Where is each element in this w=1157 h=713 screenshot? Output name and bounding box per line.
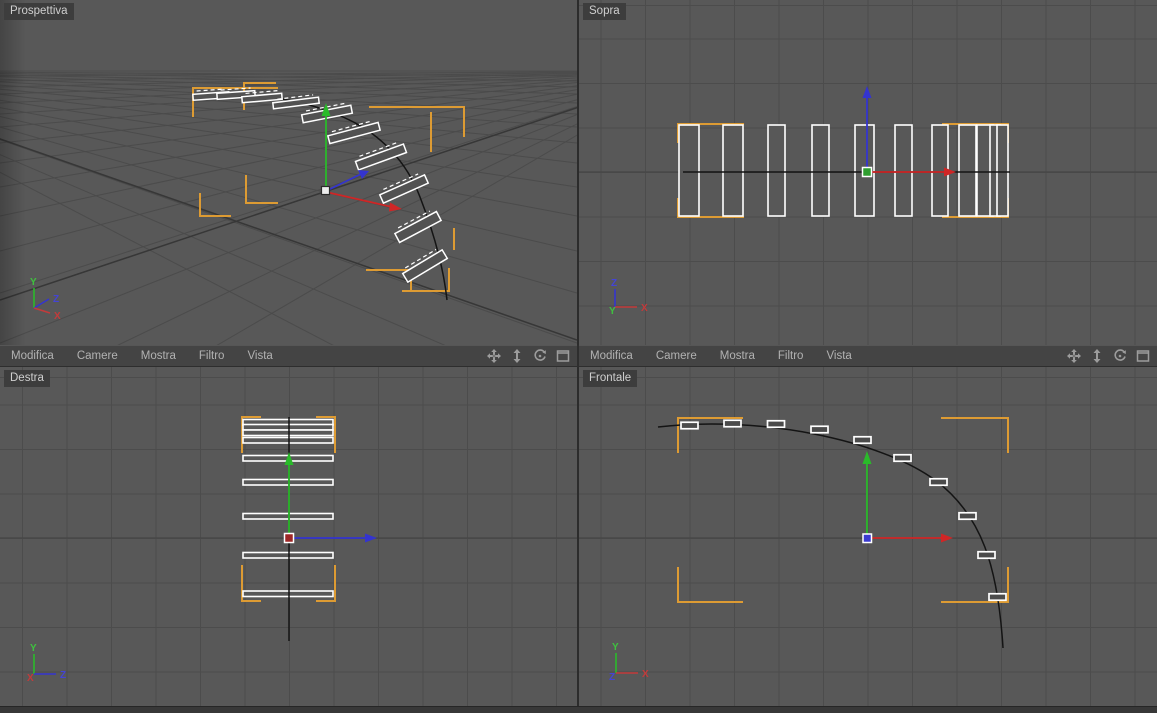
right-viewport-canvas[interactable]: Y Z X <box>0 367 577 706</box>
axis-orientation-indicator: Z X Y <box>609 278 648 317</box>
menu-camere[interactable]: Camere <box>77 350 118 362</box>
x-axis-arrowhead[interactable] <box>944 167 956 177</box>
axis-orientation-indicator: Y Z X <box>27 643 66 684</box>
menu-camere[interactable]: Camere <box>656 350 697 362</box>
gizmo-origin-square[interactable] <box>862 533 873 544</box>
menu-filtro[interactable]: Filtro <box>778 350 804 362</box>
rotate-icon[interactable] <box>1113 349 1127 363</box>
zoom-icon[interactable] <box>510 349 524 363</box>
viewport-label-right: Destra <box>4 370 50 387</box>
menubar-right: Modifica Camere Mostra Filtro Vista <box>579 345 1157 367</box>
gizmo-origin-square[interactable] <box>283 532 295 544</box>
svg-text:Z: Z <box>611 278 617 289</box>
menu-modifica[interactable]: Modifica <box>11 350 54 362</box>
svg-text:X: X <box>54 311 61 322</box>
svg-text:Y: Y <box>612 642 619 653</box>
viewport-divider[interactable] <box>577 367 579 706</box>
menubar-left: Modifica Camere Mostra Filtro Vista <box>0 345 577 367</box>
viewport-divider <box>577 345 579 367</box>
svg-text:X: X <box>27 673 34 684</box>
y-axis-arrowhead[interactable] <box>862 451 872 464</box>
application-window: Y Z X Prospettiva Z X Y Sopra Modifica C… <box>0 0 1157 713</box>
viewport-right: Y Z X Destra <box>0 367 577 706</box>
svg-text:X: X <box>641 303 648 314</box>
viewport-front: Y X Z Frontale <box>579 367 1157 706</box>
svg-text:Z: Z <box>609 672 615 683</box>
svg-text:Y: Y <box>30 643 37 654</box>
axis-orientation-indicator: Y X Z <box>609 642 649 683</box>
perspective-grid <box>0 70 577 345</box>
stair-steps-top-view <box>678 124 1009 217</box>
axis-gizmo[interactable] <box>862 451 954 544</box>
z-axis-handle[interactable] <box>325 173 362 192</box>
menu-vista[interactable]: Vista <box>247 350 272 362</box>
rotate-icon[interactable] <box>533 349 547 363</box>
viewport-perspective: Y Z X Prospettiva <box>0 0 577 345</box>
viewport-label-front: Frontale <box>583 370 638 387</box>
menu-modifica[interactable]: Modifica <box>590 350 633 362</box>
maximize-icon[interactable] <box>1136 349 1150 363</box>
z-axis-arrowhead[interactable] <box>862 86 872 98</box>
z-axis-arrowhead[interactable] <box>365 533 377 543</box>
svg-text:Y: Y <box>609 306 616 317</box>
maximize-icon[interactable] <box>556 349 570 363</box>
top-viewport-canvas[interactable]: Z X Y <box>579 0 1157 345</box>
viewport-top: Z X Y Sopra <box>579 0 1157 345</box>
front-viewport-canvas[interactable]: Y X Z <box>579 367 1157 706</box>
x-axis-arrowhead[interactable] <box>941 533 953 543</box>
stair-spline-curve <box>657 423 1004 649</box>
viewport-label-perspective: Prospettiva <box>4 3 74 20</box>
menu-mostra[interactable]: Mostra <box>720 350 755 362</box>
menu-vista[interactable]: Vista <box>826 350 851 362</box>
axis-orientation-indicator: Y Z X <box>30 277 61 322</box>
stair-steps-front-view <box>680 419 1007 602</box>
viewport-divider[interactable] <box>577 0 579 345</box>
stair-steps-side-view <box>242 418 334 598</box>
menu-mostra[interactable]: Mostra <box>141 350 176 362</box>
svg-text:Z: Z <box>53 294 59 305</box>
perspective-viewport-canvas[interactable]: Y Z X <box>0 0 577 345</box>
axis-gizmo[interactable] <box>283 452 378 544</box>
svg-text:X: X <box>642 669 649 680</box>
svg-text:Z: Z <box>60 670 66 681</box>
svg-text:Y: Y <box>30 277 37 288</box>
pan-icon[interactable] <box>487 349 501 363</box>
gizmo-origin-cube[interactable] <box>320 185 331 196</box>
menu-filtro[interactable]: Filtro <box>199 350 225 362</box>
gizmo-origin-square[interactable] <box>861 166 873 178</box>
pan-icon[interactable] <box>1067 349 1081 363</box>
zoom-icon[interactable] <box>1090 349 1104 363</box>
window-bottom-strip <box>0 706 1157 713</box>
selection-brackets <box>677 417 1009 603</box>
viewport-label-top: Sopra <box>583 3 626 20</box>
